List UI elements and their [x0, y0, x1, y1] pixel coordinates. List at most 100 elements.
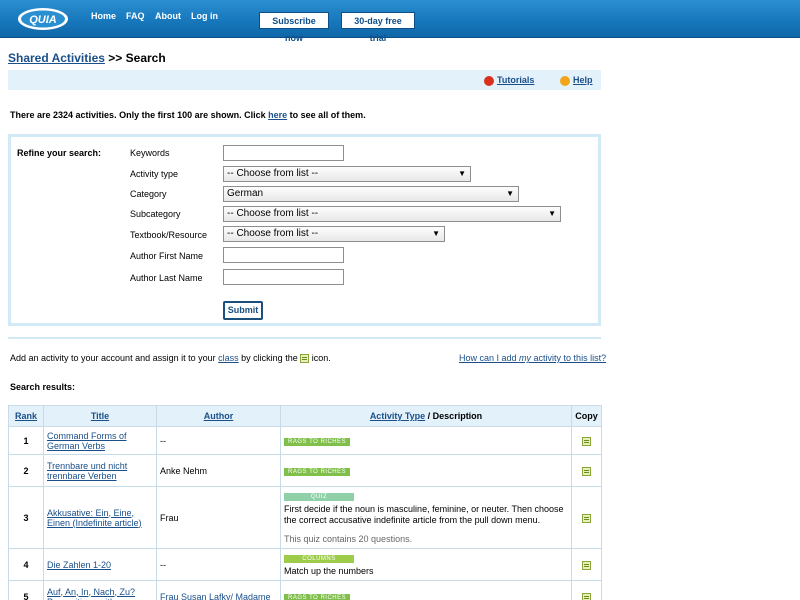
activity-type-badge: RAGS TO RICHES	[284, 594, 351, 600]
activity-description: First decide if the noun is masculine, f…	[284, 504, 564, 525]
row-title-cell: Auf, An, In, Nach, Zu? Prepositions with	[43, 580, 157, 600]
breadcrumb-shared-activities-link[interactable]: Shared Activities	[8, 51, 105, 65]
top-navigation-bar: QUIA Home FAQ About Log in Subscribe now…	[0, 0, 800, 43]
title-header[interactable]: Title	[43, 405, 157, 427]
free-trial-button[interactable]: 30-day free trial	[341, 12, 415, 43]
nav-home[interactable]: Home	[91, 11, 116, 21]
category-value: German	[227, 188, 264, 199]
activity-type-badge: RAGS TO RICHES	[284, 438, 351, 446]
nav-faq[interactable]: FAQ	[126, 11, 145, 21]
description-header-text: / Description	[425, 411, 483, 421]
row-title-cell: Die Zahlen 1-20	[43, 548, 157, 581]
row-copy-cell	[571, 454, 602, 487]
row-copy-cell	[571, 426, 602, 455]
type-sort-link[interactable]: Activity Type	[370, 411, 425, 421]
table-row: 5 Auf, An, In, Nach, Zu? Prepositions wi…	[8, 580, 602, 600]
activity-count-text: There are 2324 activities. Only the firs…	[10, 110, 366, 120]
author-last-input[interactable]	[223, 269, 344, 285]
subscribe-button[interactable]: Subscribe now	[259, 12, 329, 43]
row-type-cell: COLUMNS Match up the numbers	[280, 548, 572, 581]
dropdown-arrow-icon: ▼	[548, 209, 556, 218]
count-prefix: There are 2324 activities. Only the firs…	[10, 110, 266, 120]
section-divider	[8, 337, 601, 339]
table-header-row: Rank Title Author Activity Type / Descri…	[8, 405, 602, 427]
row-rank: 2	[8, 454, 44, 487]
author-link[interactable]: Frau Susan Lafky/ Madame	[160, 592, 271, 600]
author-first-input[interactable]	[223, 247, 344, 263]
class-link[interactable]: class	[218, 353, 239, 363]
how-suffix[interactable]: activity to this list?	[531, 353, 607, 363]
activity-description: Match up the numbers	[284, 566, 374, 576]
activity-type-select[interactable]: -- Choose from list -- ▼	[223, 166, 471, 182]
quia-logo[interactable]: QUIA	[16, 2, 70, 32]
activity-type-badge: RAGS TO RICHES	[284, 468, 351, 476]
breadcrumb: Shared Activities >> Search	[8, 51, 166, 65]
table-row: 4 Die Zahlen 1-20 -- COLUMNS Match up th…	[8, 548, 602, 581]
add-activity-instructions: Add an activity to your account and assi…	[10, 353, 331, 364]
row-type-cell: QUIZ First decide if the noun is masculi…	[280, 486, 572, 549]
tutorials-link[interactable]: Tutorials	[497, 75, 534, 85]
subcategory-select[interactable]: -- Choose from list -- ▼	[223, 206, 561, 222]
breadcrumb-current: Search	[125, 51, 166, 65]
row-author: --	[156, 426, 281, 455]
add-prefix: Add an activity to your account and assi…	[10, 353, 216, 363]
help-icon	[560, 75, 570, 86]
activity-type-badge: QUIZ	[284, 493, 354, 501]
dropdown-arrow-icon: ▼	[432, 229, 440, 238]
textbook-value: -- Choose from list --	[227, 228, 319, 239]
copy-icon[interactable]	[582, 436, 591, 446]
author-first-label: Author First Name	[130, 251, 204, 261]
row-author: Frau	[156, 486, 281, 549]
activity-title-link[interactable]: Akkusative: Ein, Eine, Einen (Indefinite…	[47, 508, 142, 528]
author-last-label: Author Last Name	[130, 273, 203, 283]
activity-type-badge: COLUMNS	[284, 555, 354, 563]
help-bar: Tutorials Help	[8, 70, 601, 90]
nav-about[interactable]: About	[155, 11, 181, 21]
row-author: Anke Nehm	[156, 454, 281, 487]
tutorials-link-wrapper[interactable]: Tutorials	[484, 75, 534, 86]
row-copy-cell	[571, 486, 602, 549]
author-sort-link[interactable]: Author	[204, 411, 234, 421]
copy-icon[interactable]	[582, 592, 591, 600]
subcategory-value: -- Choose from list --	[227, 208, 319, 219]
nav-login[interactable]: Log in	[191, 11, 218, 21]
dropdown-arrow-icon: ▼	[506, 189, 514, 198]
textbook-select[interactable]: -- Choose from list -- ▼	[223, 226, 445, 242]
rank-sort-link[interactable]: Rank	[15, 411, 37, 421]
activity-title-link[interactable]: Auf, An, In, Nach, Zu? Prepositions with	[47, 587, 135, 600]
how-prefix[interactable]: How can I add	[459, 353, 519, 363]
results-table: Rank Title Author Activity Type / Descri…	[8, 405, 602, 600]
see-all-link[interactable]: here	[268, 110, 287, 120]
copy-icon[interactable]	[582, 560, 591, 570]
row-type-cell: RAGS TO RICHES	[280, 426, 572, 455]
copy-icon[interactable]	[582, 466, 591, 476]
submit-button[interactable]: Submit	[223, 301, 263, 320]
row-rank: 5	[8, 580, 44, 600]
copy-icon[interactable]	[582, 513, 591, 523]
activity-title-link[interactable]: Trennbare und nicht trennbare Verben	[47, 461, 127, 481]
copy-header: Copy	[571, 405, 602, 427]
row-type-cell: RAGS TO RICHES	[280, 580, 572, 600]
row-title-cell: Command Forms of German Verbs	[43, 426, 157, 455]
help-link-wrapper[interactable]: Help	[560, 75, 593, 86]
author-header[interactable]: Author	[156, 405, 281, 427]
category-select[interactable]: German ▼	[223, 186, 519, 202]
how-to-add-link[interactable]: How can I add my activity to this list?	[459, 353, 606, 363]
textbook-label: Textbook/Resource	[130, 230, 208, 240]
keywords-input[interactable]	[223, 145, 344, 161]
row-author: Frau Susan Lafky/ Madame	[156, 580, 281, 600]
how-em[interactable]: my	[519, 353, 531, 363]
row-title-cell: Akkusative: Ein, Eine, Einen (Indefinite…	[43, 486, 157, 549]
title-sort-link[interactable]: Title	[91, 411, 109, 421]
help-link[interactable]: Help	[573, 75, 593, 85]
row-rank: 4	[8, 548, 44, 581]
activity-title-link[interactable]: Command Forms of German Verbs	[47, 431, 127, 451]
category-label: Category	[130, 189, 167, 199]
row-copy-cell	[571, 548, 602, 581]
table-row: 1 Command Forms of German Verbs -- RAGS …	[8, 426, 602, 455]
refine-search-form: Refine your search: Keywords Activity ty…	[8, 134, 601, 326]
activity-title-link[interactable]: Die Zahlen 1-20	[47, 560, 111, 570]
rank-header[interactable]: Rank	[8, 405, 44, 427]
type-header[interactable]: Activity Type / Description	[280, 405, 572, 427]
activity-type-value: -- Choose from list --	[227, 168, 319, 179]
